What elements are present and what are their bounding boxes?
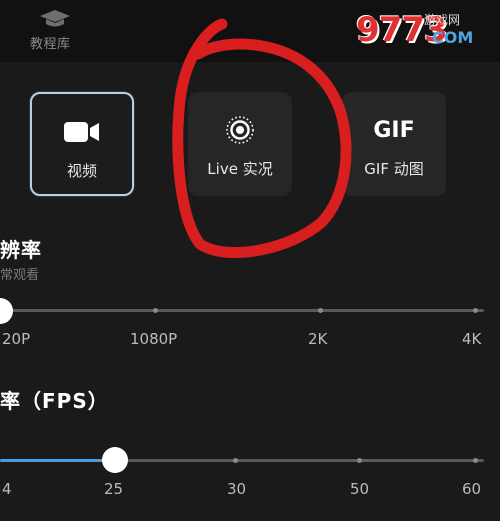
fps-option[interactable]: 25 bbox=[104, 480, 123, 498]
mode-live[interactable]: Live 实况 bbox=[188, 92, 292, 196]
resolution-tick bbox=[153, 308, 158, 313]
mode-live-label: Live 实况 bbox=[207, 160, 273, 178]
resolution-tick bbox=[318, 308, 323, 313]
tutorial-label: 教程库 bbox=[30, 37, 71, 52]
resolution-option[interactable]: 4K bbox=[462, 330, 481, 348]
resolution-option[interactable]: 1080P bbox=[130, 330, 177, 348]
site-watermark: 9773 游戏网 COM bbox=[354, 8, 494, 50]
fps-tick bbox=[233, 458, 238, 463]
live-photo-icon bbox=[226, 116, 254, 144]
fps-heading: 率（FPS） bbox=[0, 389, 109, 413]
watermark-com: COM bbox=[432, 28, 474, 47]
resolution-option[interactable]: 20P bbox=[2, 330, 30, 348]
fps-option[interactable]: 60 bbox=[462, 480, 481, 498]
fps-option[interactable]: 50 bbox=[350, 480, 369, 498]
resolution-tick bbox=[473, 308, 478, 313]
fps-fill bbox=[0, 459, 114, 462]
mode-gif[interactable]: GIF GIF 动图 bbox=[342, 92, 446, 196]
mode-video[interactable]: 视频 bbox=[30, 92, 134, 196]
gif-icon: GIF bbox=[373, 117, 415, 143]
watermark-site: 游戏网 bbox=[424, 13, 461, 27]
resolution-option[interactable]: 2K bbox=[308, 330, 327, 348]
mode-video-label: 视频 bbox=[66, 162, 97, 180]
resolution-track[interactable] bbox=[0, 309, 484, 312]
fps-option[interactable]: 30 bbox=[227, 480, 246, 498]
fps-tick bbox=[357, 458, 362, 463]
video-camera-icon bbox=[64, 122, 99, 142]
fps-option[interactable]: 4 bbox=[2, 480, 12, 498]
mode-gif-label: GIF 动图 bbox=[364, 160, 424, 178]
fps-thumb[interactable] bbox=[102, 447, 128, 473]
resolution-heading: 辨率 bbox=[0, 238, 42, 262]
graduation-cap-icon bbox=[40, 10, 70, 27]
top-bar: 教程库 9773 游戏网 COM bbox=[0, 0, 500, 62]
resolution-subtext: 常观看 bbox=[0, 268, 40, 283]
fps-tick bbox=[473, 458, 478, 463]
tutorial-tab[interactable]: 教程库 bbox=[26, 4, 86, 54]
